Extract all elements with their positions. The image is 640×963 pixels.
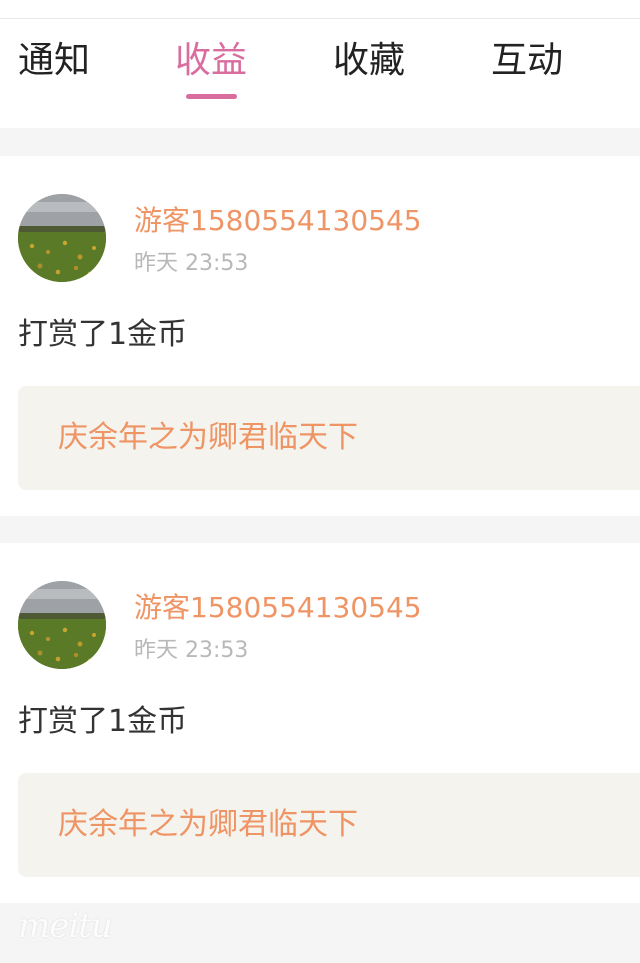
username[interactable]: 游客1580554130545	[134, 204, 422, 238]
earning-list-item: 游客1580554130545 昨天 23:53 打赏了1金币 庆余年之为卿君临…	[0, 543, 640, 903]
username[interactable]: 游客1580554130545	[134, 591, 422, 625]
avatar-landscape-image	[18, 581, 106, 669]
reward-action-text: 打赏了1金币	[18, 317, 188, 352]
tab-notifications[interactable]: 通知	[18, 39, 90, 83]
avatar[interactable]	[18, 581, 106, 669]
book-title: 庆余年之为卿君临天下	[58, 807, 358, 842]
book-link[interactable]: 庆余年之为卿君临天下	[18, 386, 640, 490]
meitu-watermark: meitu	[18, 906, 113, 946]
reward-action-text: 打赏了1金币	[18, 704, 188, 739]
tab-bar: 通知 收益 收藏 互动	[0, 19, 640, 128]
earning-list-item: 游客1580554130545 昨天 23:53 打赏了1金币 庆余年之为卿君临…	[0, 156, 640, 516]
status-bar-area	[0, 0, 640, 19]
timestamp: 昨天 23:53	[134, 638, 249, 663]
book-title: 庆余年之为卿君临天下	[58, 420, 358, 455]
active-tab-indicator	[186, 94, 237, 99]
tab-interactions[interactable]: 互动	[491, 39, 563, 83]
avatar-landscape-image	[18, 194, 106, 282]
book-link[interactable]: 庆余年之为卿君临天下	[18, 773, 640, 877]
tab-favorites[interactable]: 收藏	[333, 39, 405, 83]
timestamp: 昨天 23:53	[134, 251, 249, 276]
tab-earnings[interactable]: 收益	[175, 39, 247, 83]
avatar[interactable]	[18, 194, 106, 282]
